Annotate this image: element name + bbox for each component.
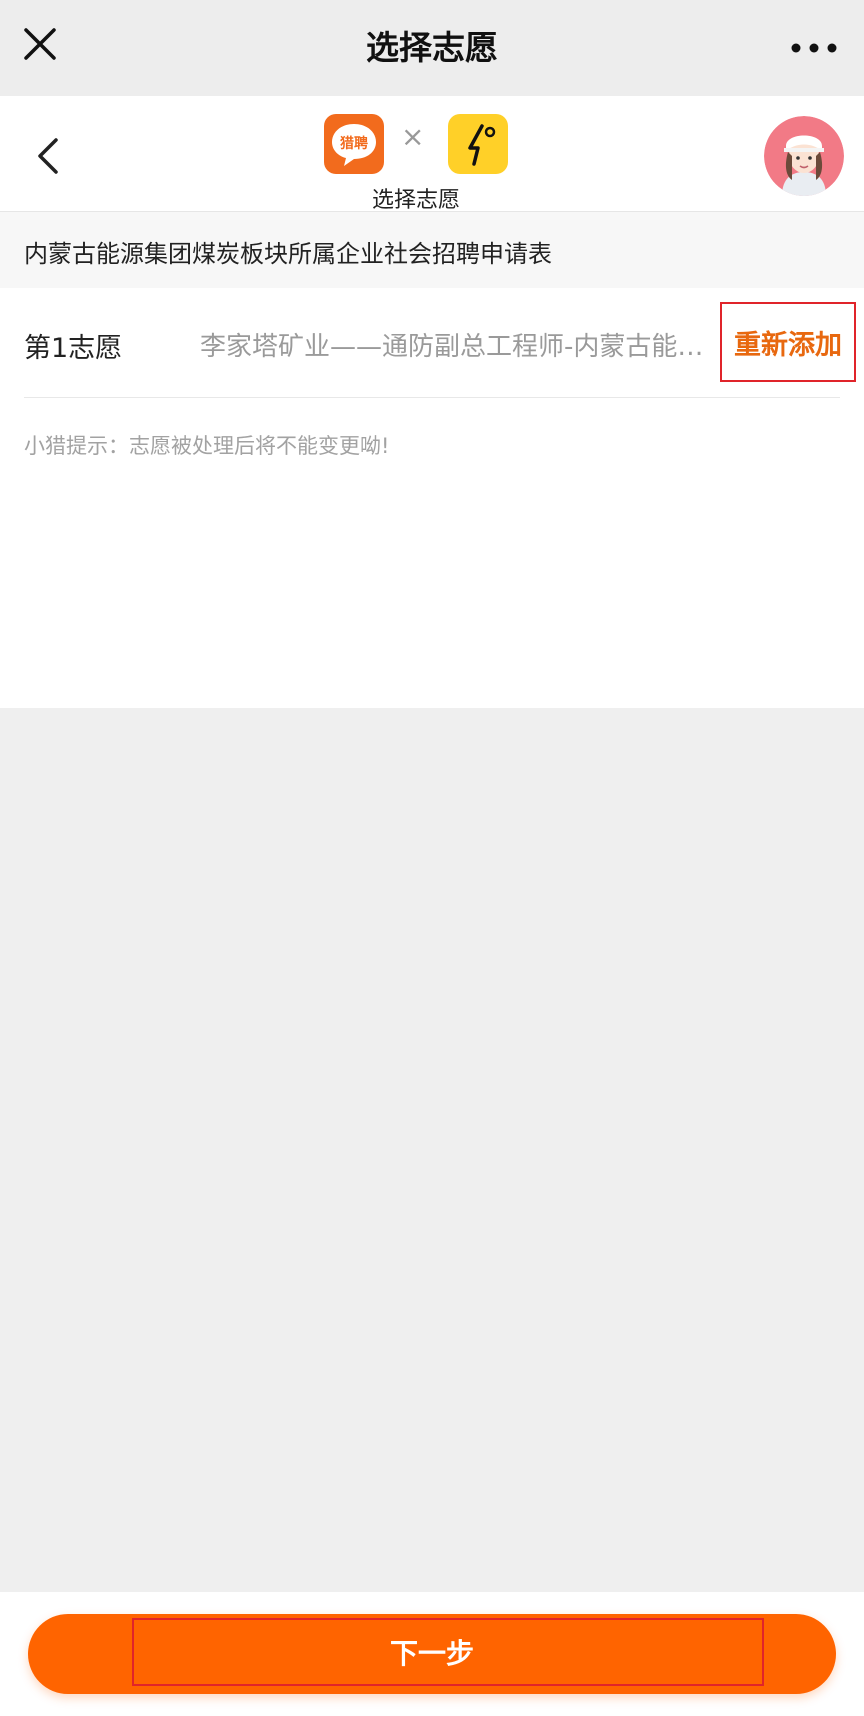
page-subtitle: 选择志愿 [371,188,460,213]
partner-separator: × [401,120,425,153]
app-title-bar: 选择志愿 [0,0,864,96]
lightning-bolt-icon [468,124,496,166]
more-options-icon[interactable] [786,30,842,66]
form-title: 内蒙古能源集团煤炭板块所属企业社会招聘申请表 [24,240,552,268]
choice-row: 第1志愿 李家塔矿业——通防副总工程师-内蒙古能源集团煤炭板块所属企业 重新添加 [24,288,856,398]
logo-text: 猎聘 [340,135,368,152]
choice-value[interactable]: 李家塔矿业——通防副总工程师-内蒙古能源集团煤炭板块所属企业 [200,326,710,363]
liepin-logo: 猎聘 [324,114,384,174]
user-avatar-icon [764,116,844,196]
back-arrow-icon[interactable] [28,134,68,178]
avatar[interactable] [764,116,844,196]
hint-text: 小猎提示：志愿被处理后将不能变更呦! [24,434,390,458]
bottom-bar: 下一步 [0,1592,864,1716]
choice-label: 第1志愿 [24,333,123,364]
page-header: 猎聘 × 选择志愿 [0,96,864,213]
re-add-button[interactable]: 重新添加 [720,302,856,382]
partner-logo [448,114,508,174]
next-step-button[interactable]: 下一步 [28,1614,836,1694]
window-title: 选择志愿 [366,28,498,67]
choices-panel: 第1志愿 李家塔矿业——通防副总工程师-内蒙古能源集团煤炭板块所属企业 重新添加… [0,288,864,708]
form-title-bar: 内蒙古能源集团煤炭板块所属企业社会招聘申请表 [0,212,864,288]
speech-bubble-icon: 猎聘 [332,124,376,166]
next-step-label: 下一步 [389,1637,474,1670]
